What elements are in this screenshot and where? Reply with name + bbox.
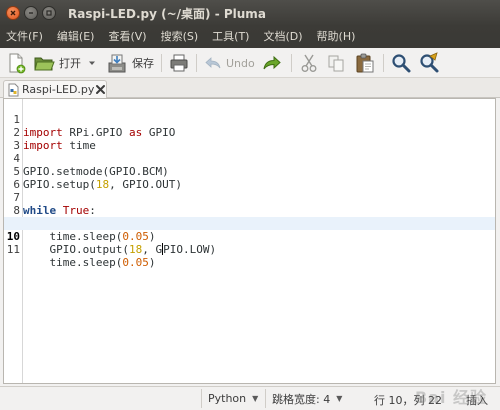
minimize-icon — [29, 12, 33, 14]
toolbar-separator — [291, 54, 292, 72]
new-file-button[interactable] — [5, 51, 27, 75]
code-line[interactable]: 7 while True: — [4, 178, 495, 217]
menu-search[interactable]: 搜索(S) — [154, 26, 206, 48]
find-button[interactable] — [390, 51, 412, 75]
title-bar: Raspi-LED.py (~/桌面) - Pluma — [0, 0, 500, 26]
undo-icon — [205, 57, 221, 69]
tab-width-label: 跳格宽度: 4 — [272, 392, 331, 406]
menu-file[interactable]: 文件(F) — [0, 26, 50, 48]
current-code-line[interactable]: 10 GPIO.output(18, GPIO.LOW) — [4, 217, 495, 256]
tab-raspi-led[interactable]: Raspi-LED.py — [3, 80, 107, 99]
maximize-icon — [46, 10, 52, 16]
python-file-icon — [8, 83, 19, 97]
code-line[interactable]: 2 import time — [4, 113, 495, 152]
open-label: 打开 — [59, 57, 81, 70]
toolbar: 打开 保存 Undo — [0, 48, 500, 78]
watermark: Bai 经验 — [415, 388, 488, 407]
toolbar-separator — [161, 54, 162, 72]
language-label: Python — [208, 392, 247, 405]
paste-icon — [356, 53, 374, 73]
toolbar-separator — [196, 54, 197, 72]
save-button[interactable]: 保存 — [106, 51, 154, 75]
tab-label: Raspi-LED.py — [22, 83, 95, 96]
copy-button[interactable] — [326, 51, 346, 75]
close-window-button[interactable] — [6, 6, 20, 20]
find-replace-button[interactable] — [418, 51, 440, 75]
chevron-down-icon: ▼ — [336, 394, 343, 403]
document-tabs: Raspi-LED.py — [0, 78, 500, 99]
find-icon — [392, 54, 411, 73]
tab-width-selector[interactable]: 跳格宽度: 4 ▼ — [265, 389, 351, 408]
menu-help[interactable]: 帮助(H) — [310, 26, 363, 48]
save-label: 保存 — [132, 57, 154, 70]
toolbar-separator — [383, 54, 384, 72]
find-replace-icon — [420, 52, 439, 73]
print-button[interactable] — [168, 51, 190, 75]
text-cursor — [162, 243, 164, 255]
redo-button[interactable] — [262, 51, 282, 75]
code-line[interactable]: 3 — [4, 126, 495, 152]
code-line[interactable]: 8 GPIO.output(18, GPIO.HIGH) — [4, 191, 495, 230]
close-icon — [10, 10, 16, 16]
maximize-window-button[interactable] — [42, 6, 56, 20]
code-line[interactable]: 1 import RPi.GPIO as GPIO — [4, 100, 495, 139]
menu-documents[interactable]: 文档(D) — [256, 26, 309, 48]
code-editor[interactable]: 1 import RPi.GPIO as GPIO 2 import time … — [3, 98, 496, 384]
paste-button[interactable] — [354, 51, 376, 75]
print-icon — [170, 54, 188, 72]
chevron-down-icon — [89, 61, 95, 65]
open-button[interactable]: 打开 — [33, 51, 81, 75]
menu-view[interactable]: 查看(V) — [101, 26, 153, 48]
menu-tools[interactable]: 工具(T) — [205, 26, 256, 48]
code-line[interactable]: 11 time.sleep(0.05) — [4, 230, 495, 269]
save-icon — [108, 54, 126, 73]
menu-bar: 文件(F) 编辑(E) 查看(V) 搜索(S) 工具(T) 文档(D) 帮助(H… — [0, 26, 500, 48]
menu-edit[interactable]: 编辑(E) — [50, 26, 102, 48]
minimize-window-button[interactable] — [24, 6, 38, 20]
undo-button[interactable]: Undo — [204, 51, 255, 75]
code-line[interactable]: 5 GPIO.setup(18, GPIO.OUT) — [4, 152, 495, 191]
copy-icon — [328, 55, 344, 72]
line-text: GPIO.output(18, GPIO.LOW) — [23, 243, 217, 256]
cut-button[interactable] — [299, 51, 319, 75]
cut-icon — [301, 54, 317, 72]
open-folder-icon — [34, 57, 55, 71]
redo-icon — [263, 55, 281, 70]
code-line[interactable]: 9 time.sleep(0.05) — [4, 204, 495, 243]
window-title: Raspi-LED.py (~/桌面) - Pluma — [68, 7, 266, 21]
code-line[interactable]: 4 GPIO.setmode(GPIO.BCM) — [4, 139, 495, 178]
undo-label: Undo — [226, 56, 255, 70]
code-line[interactable]: 6 — [4, 165, 495, 191]
tab-close-icon[interactable] — [95, 84, 106, 95]
new-file-icon — [9, 53, 26, 74]
open-recent-dropdown[interactable] — [87, 51, 97, 75]
line-text: time.sleep(0.05) — [23, 256, 156, 269]
language-selector[interactable]: Python ▼ — [201, 389, 265, 408]
line-number: 11 — [6, 243, 20, 256]
chevron-down-icon: ▼ — [252, 394, 259, 403]
